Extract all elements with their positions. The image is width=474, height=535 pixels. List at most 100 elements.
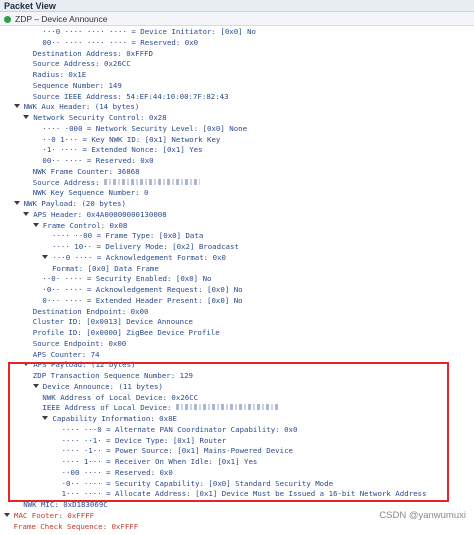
tree-row[interactable]: Profile ID: [0x0000] ZigBee Device Profi…	[33, 328, 220, 339]
tree-row[interactable]: NWK Frame Counter: 36868	[33, 167, 140, 178]
tree-row-text: 0··· ···· = Extended Header Present: [0x…	[42, 295, 243, 305]
tree-row[interactable]: Source Address:	[33, 178, 200, 189]
tree-row[interactable]: APS Header: 0x4A00000000130008	[23, 210, 167, 221]
tree-row-text: NWK Key Sequence Number: 0	[32, 188, 149, 198]
tree-row[interactable]: NWK Key Sequence Number: 0	[33, 188, 149, 199]
tree-row[interactable]: Source Address: 0x26CC	[33, 59, 131, 70]
tree-row[interactable]: Device Announce: (11 bytes)	[32, 381, 163, 393]
tree-row-text: NWK Payload: (20 bytes)	[23, 199, 126, 208]
tree-row-text: ··0 1··· = Key NWK ID: [0x1] Network Key	[42, 134, 221, 144]
tree-row[interactable]: Radius: 0x1E	[33, 70, 86, 81]
tree-row[interactable]: NWK Payload: (20 bytes)	[13, 199, 126, 210]
tree-row[interactable]: IEEE Address of Local Device:	[42, 403, 280, 414]
tree-row[interactable]: 00·· ···· ···· ···· = Reserved: 0x0	[42, 38, 198, 49]
tree-row-text: Source Endpoint: 0x00	[32, 338, 127, 348]
tree-row[interactable]: 1··· ···· = Allocate Address: [0x1] Devi…	[62, 489, 427, 500]
tree-row[interactable]: Frame Check Sequence: 0xFFFF	[14, 522, 139, 533]
tree-row-text: 1··· ···· = Allocate Address: [0x1] Devi…	[61, 489, 427, 499]
expand-toggle-icon[interactable]	[13, 104, 20, 109]
tree-row[interactable]: ··0 1··· = Key NWK ID: [0x1] Network Key	[42, 135, 220, 146]
expand-toggle-icon[interactable]	[13, 201, 20, 205]
tree-row[interactable]: ··0· ···· = Security Enabled: [0x0] No	[42, 274, 211, 285]
tree-row[interactable]: NWK Aux Header: (14 bytes)	[13, 102, 139, 113]
tree-row[interactable]: Destination Address: 0xFFFD	[33, 49, 153, 60]
tree-row-text: IEEE Address of Local Device:	[42, 403, 176, 413]
tree-row-text: Source Address: 0x26CC	[32, 59, 131, 69]
tree-row-text: Device Announce: (11 bytes)	[42, 381, 163, 391]
tree-row[interactable]: ···· ··00 = Frame Type: [0x0] Data	[52, 231, 203, 242]
tree-row-text: ···· ··1· = Device Type: [0x1] Router	[61, 435, 227, 445]
tree-row[interactable]: MAC Footer: 0xFFFF	[4, 511, 94, 522]
tree-row-text: ·0·· ···· = Security Capability: [0x0] S…	[61, 478, 334, 488]
tree-row-text: ZDP Transaction Sequence Number: 129	[32, 371, 193, 380]
tree-row[interactable]: APS Counter: 74	[33, 350, 100, 361]
tree-row-text: ···· 1··· = Receiver On When Idle: [0x1]…	[61, 457, 258, 466]
tree-row[interactable]: Network Security Control: 0x28	[23, 113, 167, 124]
tree-row[interactable]: Source Endpoint: 0x00	[33, 339, 126, 350]
expand-toggle-icon[interactable]	[42, 254, 49, 259]
tree-row-text: ···· ··00 = Frame Type: [0x0] Data	[52, 231, 204, 241]
tree-row[interactable]: ···· ·1·· = Power Source: [0x1] Mains-Po…	[62, 446, 293, 457]
tree-row[interactable]: NWK Address of Local Device: 0x26CC	[42, 393, 198, 404]
tree-row[interactable]: ···0 ···· ···· ···· = Device Initiator: …	[42, 27, 256, 38]
tree-row-text: NWK Address of Local Device: 0x26CC	[42, 392, 199, 402]
tab-zdp-device-announce[interactable]: ZDP – Device Announce	[0, 12, 474, 26]
tree-row[interactable]: ··00 ···· = Reserved: 0x0	[62, 468, 173, 479]
tree-row-text: Format: [0x0] Data Frame	[52, 263, 159, 273]
tree-row-text: NWK MIC: 0xD183069C	[23, 500, 108, 509]
tree-row-text: Profile ID: [0x0000] ZigBee Device Profi…	[32, 328, 220, 337]
tree-row-text: Sequence Number: 149	[32, 80, 122, 90]
tree-row-text: ···0 ···· = Acknowledgement Format: 0x0	[52, 252, 226, 262]
tree-row-text: MAC Footer: 0xFFFF	[14, 510, 95, 520]
tree-row[interactable]: ···· 1··· = Receiver On When Idle: [0x1]…	[62, 457, 258, 468]
tree-row[interactable]: Source IEEE Address: 54:EF:44:10:00:7F:8…	[33, 92, 229, 103]
tree-row-text: ··0· ···· = Security Enabled: [0x0] No	[42, 274, 212, 284]
expand-toggle-icon[interactable]	[32, 383, 39, 388]
expand-toggle-icon[interactable]	[32, 222, 39, 227]
expand-toggle-icon[interactable]	[23, 211, 30, 216]
tree-row[interactable]: ·0·· ···· = Acknowledgement Request: [0x…	[42, 285, 242, 296]
tab-label: ZDP – Device Announce	[15, 14, 108, 24]
tree-row-text: Frame Check Sequence: 0xFFFF	[13, 521, 139, 531]
tree-row-text: Capability Information: 0x8E	[52, 414, 177, 423]
watermark: CSDN @yanwumuxi	[379, 510, 466, 521]
expand-toggle-icon[interactable]	[23, 115, 30, 119]
tree-row-text: APS Header: 0x4A00000000130008	[33, 209, 167, 219]
tree-row[interactable]: ···· 10·· = Delivery Mode: [0x2] Broadca…	[52, 242, 239, 253]
tree-row[interactable]: APS Payload: (12 bytes)	[23, 360, 136, 371]
tree-row[interactable]: Frame Control: 0x08	[32, 220, 128, 232]
tree-row[interactable]: ·0·· ···· = Security Capability: [0x0] S…	[62, 479, 333, 490]
tree-row[interactable]: ···0 ···· = Acknowledgement Format: 0x0	[42, 253, 226, 264]
tree-row-text: Frame Control: 0x08	[42, 220, 128, 230]
tree-row-text: NWK Frame Counter: 36868	[32, 166, 140, 176]
tree-row[interactable]: 00·· ···· = Reserved: 0x0	[42, 156, 153, 167]
tree-row-text: ···· ·1·· = Power Source: [0x1] Mains-Po…	[61, 446, 293, 456]
tree-row[interactable]: Destination Endpoint: 0x00	[33, 307, 149, 318]
tree-row-text: Radius: 0x1E	[32, 70, 87, 79]
tree-row-text: 00·· ···· ···· ···· = Reserved: 0x0	[42, 37, 199, 47]
packet-view-header: Packet View	[0, 0, 474, 12]
tree-row-text: ·1· ···· = Extended Nonce: [0x1] Yes	[42, 145, 203, 155]
expand-toggle-icon[interactable]	[23, 362, 30, 367]
tree-row-text: APS Payload: (12 bytes)	[33, 360, 136, 370]
tree-row-text: ··00 ···· = Reserved: 0x0	[61, 467, 173, 477]
tree-row-text: Cluster ID: [0x0013] Device Announce	[32, 317, 193, 327]
tree-row-text: ···· ·000 = Network Security Level: [0x0…	[42, 123, 248, 133]
expand-toggle-icon[interactable]	[4, 512, 10, 517]
tree-row[interactable]: NWK MIC: 0xD183069C	[23, 500, 108, 511]
tree-row[interactable]: Cluster ID: [0x0013] Device Announce	[33, 317, 193, 328]
tree-row[interactable]: 0··· ···· = Extended Header Present: [0x…	[42, 296, 242, 307]
tree-row-text: Network Security Control: 0x28	[33, 113, 167, 122]
tree-row[interactable]: Sequence Number: 149	[33, 81, 122, 92]
packet-tree[interactable]: ···0 ···· ···· ···· = Device Initiator: …	[0, 27, 474, 535]
expand-toggle-icon[interactable]	[42, 416, 49, 420]
tree-row[interactable]: ···· ·000 = Network Security Level: [0x0…	[42, 124, 247, 135]
tree-row[interactable]: Capability Information: 0x8E	[42, 414, 177, 425]
tree-row[interactable]: ···· ···0 = Alternate PAN Coordinator Ca…	[62, 425, 298, 436]
tree-row[interactable]: ···· ··1· = Device Type: [0x1] Router	[62, 436, 227, 447]
tree-row-text: ···0 ···· ···· ···· = Device Initiator: …	[42, 27, 256, 36]
tree-row[interactable]: Format: [0x0] Data Frame	[52, 264, 159, 275]
tree-row[interactable]: ZDP Transaction Sequence Number: 129	[33, 371, 193, 382]
tree-row[interactable]: ·1· ···· = Extended Nonce: [0x1] Yes	[42, 145, 202, 156]
status-dot-icon	[4, 16, 11, 23]
